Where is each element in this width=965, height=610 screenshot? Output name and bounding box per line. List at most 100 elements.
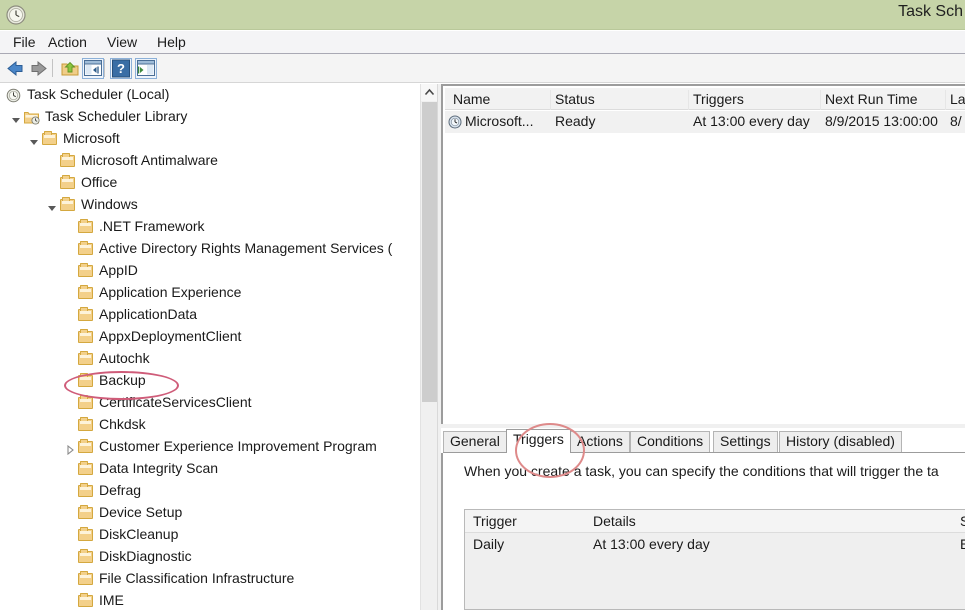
tree-item-device-setup[interactable]: Device Setup bbox=[0, 502, 419, 524]
folder-icon bbox=[78, 309, 93, 321]
table-row[interactable]: Daily At 13:00 every day Ena bbox=[465, 534, 965, 556]
folder-icon bbox=[60, 177, 75, 189]
tree-item-backup[interactable]: Backup bbox=[0, 370, 419, 392]
tree-item-active-directory-rights-management-services[interactable]: Active Directory Rights Management Servi… bbox=[0, 238, 419, 260]
column-header-next-run-time[interactable]: Next Run Time bbox=[825, 91, 918, 107]
tree-item-office[interactable]: Office bbox=[0, 172, 419, 194]
tab-actions[interactable]: Actions bbox=[570, 431, 630, 453]
tree-item-label: Backup bbox=[99, 372, 146, 388]
tree-item-autochk[interactable]: Autochk bbox=[0, 348, 419, 370]
column-header-status[interactable]: Sta bbox=[960, 513, 965, 529]
tree-item-diskdiagnostic[interactable]: DiskDiagnostic bbox=[0, 546, 419, 568]
tree-item-chkdsk[interactable]: Chkdsk bbox=[0, 414, 419, 436]
tree-item-label: File Classification Infrastructure bbox=[99, 570, 294, 586]
tree-item-net-framework[interactable]: .NET Framework bbox=[0, 216, 419, 238]
chevron-down-icon[interactable] bbox=[11, 112, 21, 122]
menu-action[interactable]: Action bbox=[43, 33, 92, 51]
console-tree-pane[interactable]: Task Scheduler (Local) Task Scheduler Lib… bbox=[0, 84, 420, 610]
tree-item-task-scheduler-local[interactable]: Task Scheduler (Local) bbox=[0, 84, 419, 106]
column-header-details[interactable]: Details bbox=[593, 513, 636, 529]
tab-general[interactable]: General bbox=[443, 431, 507, 453]
triggers-description: When you create a task, you can specify … bbox=[464, 463, 939, 479]
folder-icon bbox=[78, 419, 93, 431]
tree-item-label: DiskDiagnostic bbox=[99, 548, 192, 564]
tab-triggers[interactable]: Triggers bbox=[506, 429, 571, 453]
cell-triggers: At 13:00 every day bbox=[693, 113, 810, 129]
menu-view[interactable]: View bbox=[102, 33, 142, 51]
folder-icon bbox=[78, 221, 93, 233]
table-row[interactable]: Microsoft... Ready At 13:00 every day 8/… bbox=[445, 111, 965, 133]
column-header-triggers[interactable]: Triggers bbox=[693, 91, 744, 107]
folder-icon bbox=[78, 551, 93, 563]
column-header-status[interactable]: Status bbox=[555, 91, 595, 107]
menu-help[interactable]: Help bbox=[152, 33, 191, 51]
tree-item-label: Application Experience bbox=[99, 284, 241, 300]
chevron-down-icon[interactable] bbox=[47, 200, 57, 210]
tree-item-appid[interactable]: AppID bbox=[0, 260, 419, 282]
toolbar-separator-2 bbox=[104, 59, 105, 77]
forward-arrow-icon[interactable] bbox=[28, 58, 50, 79]
tree-item-label: Autochk bbox=[99, 350, 150, 366]
cell-last-run-time: 8/ bbox=[950, 113, 962, 129]
cell-status: Ready bbox=[555, 113, 595, 129]
tree-scrollbar-thumb[interactable] bbox=[422, 102, 437, 402]
column-header-last-run-time[interactable]: La bbox=[950, 91, 965, 107]
column-divider[interactable] bbox=[945, 90, 946, 110]
show-hide-action-pane-icon[interactable] bbox=[135, 58, 157, 79]
column-header-name[interactable]: Name bbox=[453, 91, 490, 107]
triggers-tab-panel: When you create a task, you can specify … bbox=[441, 453, 965, 610]
help-icon[interactable]: ? bbox=[110, 58, 132, 79]
tree-item-defrag[interactable]: Defrag bbox=[0, 480, 419, 502]
show-hide-console-tree-icon[interactable] bbox=[82, 58, 104, 79]
scroll-up-arrow-icon[interactable] bbox=[421, 84, 438, 101]
folder-icon bbox=[78, 331, 93, 343]
tree-item-application-experience[interactable]: Application Experience bbox=[0, 282, 419, 304]
folder-icon bbox=[78, 375, 93, 387]
tree-item-label: ApplicationData bbox=[99, 306, 197, 322]
folder-icon bbox=[78, 243, 93, 255]
chevron-down-icon[interactable] bbox=[29, 134, 39, 144]
tree-item-ime[interactable]: IME bbox=[0, 590, 419, 610]
chevron-right-icon[interactable] bbox=[65, 442, 75, 452]
triggers-table[interactable]: Trigger Details Sta Daily At 13:00 every… bbox=[464, 509, 965, 610]
tab-settings[interactable]: Settings bbox=[713, 431, 778, 453]
folder-icon bbox=[42, 133, 57, 145]
menu-file[interactable]: File bbox=[8, 33, 41, 51]
library-folder-icon bbox=[24, 110, 39, 123]
tree-item-customer-experience-improvement-program[interactable]: Customer Experience Improvement Program bbox=[0, 436, 419, 458]
window-title: Task Sch bbox=[898, 3, 965, 21]
column-header-trigger[interactable]: Trigger bbox=[473, 513, 517, 529]
tree-item-microsoft[interactable]: Microsoft bbox=[0, 128, 419, 150]
up-one-level-icon[interactable] bbox=[59, 58, 81, 79]
tree-item-label: IME bbox=[99, 592, 124, 608]
tree-scrollbar[interactable] bbox=[420, 84, 437, 610]
folder-icon bbox=[78, 507, 93, 519]
tree-item-data-integrity-scan[interactable]: Data Integrity Scan bbox=[0, 458, 419, 480]
folder-icon bbox=[60, 199, 75, 211]
cell-trigger: Daily bbox=[473, 536, 504, 552]
tree-item-diskcleanup[interactable]: DiskCleanup bbox=[0, 524, 419, 546]
tree-item-microsoft-antimalware[interactable]: Microsoft Antimalware bbox=[0, 150, 419, 172]
tree-item-label: Task Scheduler Library bbox=[45, 108, 187, 124]
back-arrow-icon[interactable] bbox=[4, 58, 26, 79]
title-bar: Task Sch bbox=[0, 0, 965, 30]
tab-conditions[interactable]: Conditions bbox=[630, 431, 710, 453]
pane-splitter-horizontal[interactable] bbox=[441, 424, 965, 428]
column-divider[interactable] bbox=[820, 90, 821, 110]
tree-item-file-classification-infrastructure[interactable]: File Classification Infrastructure bbox=[0, 568, 419, 590]
tree-item-appxdeploymentclient[interactable]: AppxDeploymentClient bbox=[0, 326, 419, 348]
folder-icon bbox=[78, 441, 93, 453]
tree-item-windows[interactable]: Windows bbox=[0, 194, 419, 216]
column-divider[interactable] bbox=[550, 90, 551, 110]
tab-strip: General Triggers Actions Conditions Sett… bbox=[443, 429, 965, 453]
tree-item-task-scheduler-library[interactable]: Task Scheduler Library bbox=[0, 106, 419, 128]
tree-item-applicationdata[interactable]: ApplicationData bbox=[0, 304, 419, 326]
folder-icon bbox=[78, 529, 93, 541]
tab-history[interactable]: History (disabled) bbox=[779, 431, 902, 453]
column-divider[interactable] bbox=[688, 90, 689, 110]
task-list-view[interactable]: Name Status Triggers Next Run Time La bbox=[441, 84, 965, 424]
tree-item-certificateservicesclient[interactable]: CertificateServicesClient bbox=[0, 392, 419, 414]
tree-item-label: Office bbox=[81, 174, 117, 190]
clock-icon bbox=[448, 115, 462, 129]
tree-item-label: Device Setup bbox=[99, 504, 182, 520]
